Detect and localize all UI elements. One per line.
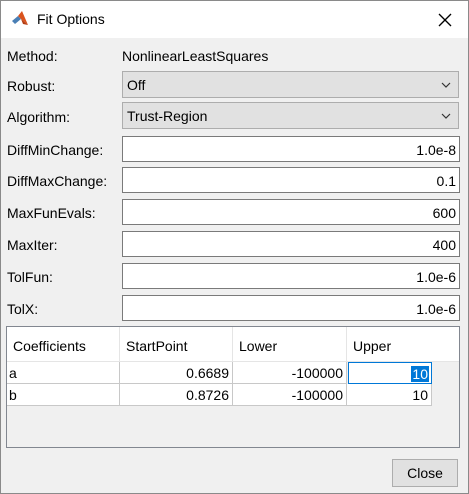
- algorithm-dropdown[interactable]: Trust-Region: [122, 102, 459, 129]
- column-header-coefficients[interactable]: Coefficients: [7, 327, 120, 362]
- algorithm-selected-value: Trust-Region: [127, 108, 208, 124]
- diffmaxchange-field[interactable]: 0.1: [122, 167, 460, 193]
- table-cell[interactable]: 0.6689: [120, 362, 233, 384]
- diffminchange-field[interactable]: 1.0e-8: [122, 136, 460, 162]
- column-header-upper[interactable]: Upper: [347, 327, 459, 362]
- tolx-value: 1.0e-6: [416, 301, 456, 317]
- table-cell[interactable]: a: [7, 362, 120, 384]
- tolfun-field[interactable]: 1.0e-6: [122, 263, 460, 289]
- maxfunevals-value: 600: [432, 205, 456, 221]
- table-cell-editing[interactable]: 10: [348, 362, 432, 384]
- robust-selected-value: Off: [127, 77, 146, 93]
- table-cell[interactable]: 0.8726: [120, 384, 233, 406]
- column-header-lower[interactable]: Lower: [233, 327, 347, 362]
- algorithm-label: Algorithm:: [7, 109, 71, 125]
- maxiter-value: 400: [432, 237, 456, 253]
- fit-options-dialog: Fit Options Method: NonlinearLeastSquare…: [0, 0, 469, 494]
- method-label: Method:: [7, 48, 58, 64]
- maxiter-field[interactable]: 400: [122, 231, 460, 257]
- table-cell[interactable]: 10: [347, 384, 432, 406]
- table-cell[interactable]: -100000: [233, 384, 347, 406]
- robust-dropdown[interactable]: Off: [122, 71, 459, 98]
- maxfunevals-label: MaxFunEvals:: [7, 205, 96, 221]
- chevron-down-icon: [441, 113, 451, 119]
- close-button[interactable]: Close: [392, 459, 458, 487]
- maxfunevals-field[interactable]: 600: [122, 199, 460, 225]
- tolx-label: TolX:: [7, 301, 39, 317]
- tolfun-value: 1.0e-6: [416, 269, 456, 285]
- maxiter-label: MaxIter:: [7, 237, 58, 253]
- close-icon[interactable]: [428, 5, 462, 35]
- chevron-down-icon: [441, 82, 451, 88]
- diffminchange-label: DiffMinChange:: [7, 142, 104, 158]
- table-cell[interactable]: b: [7, 384, 120, 406]
- diffmaxchange-label: DiffMaxChange:: [7, 173, 108, 189]
- coefficients-table: Coefficients StartPoint Lower Upper a 0.…: [6, 326, 460, 448]
- window-title: Fit Options: [37, 11, 105, 27]
- diffmaxchange-value: 0.1: [436, 173, 456, 189]
- column-header-startpoint[interactable]: StartPoint: [120, 327, 233, 362]
- diffminchange-value: 1.0e-8: [416, 142, 456, 158]
- tolx-field[interactable]: 1.0e-6: [122, 295, 460, 321]
- title-bar: Fit Options: [1, 1, 468, 38]
- method-value: NonlinearLeastSquares: [122, 48, 269, 64]
- table-cell[interactable]: -100000: [233, 362, 347, 384]
- matlab-icon: [12, 11, 28, 25]
- tolfun-label: TolFun:: [7, 269, 53, 285]
- robust-label: Robust:: [7, 78, 56, 94]
